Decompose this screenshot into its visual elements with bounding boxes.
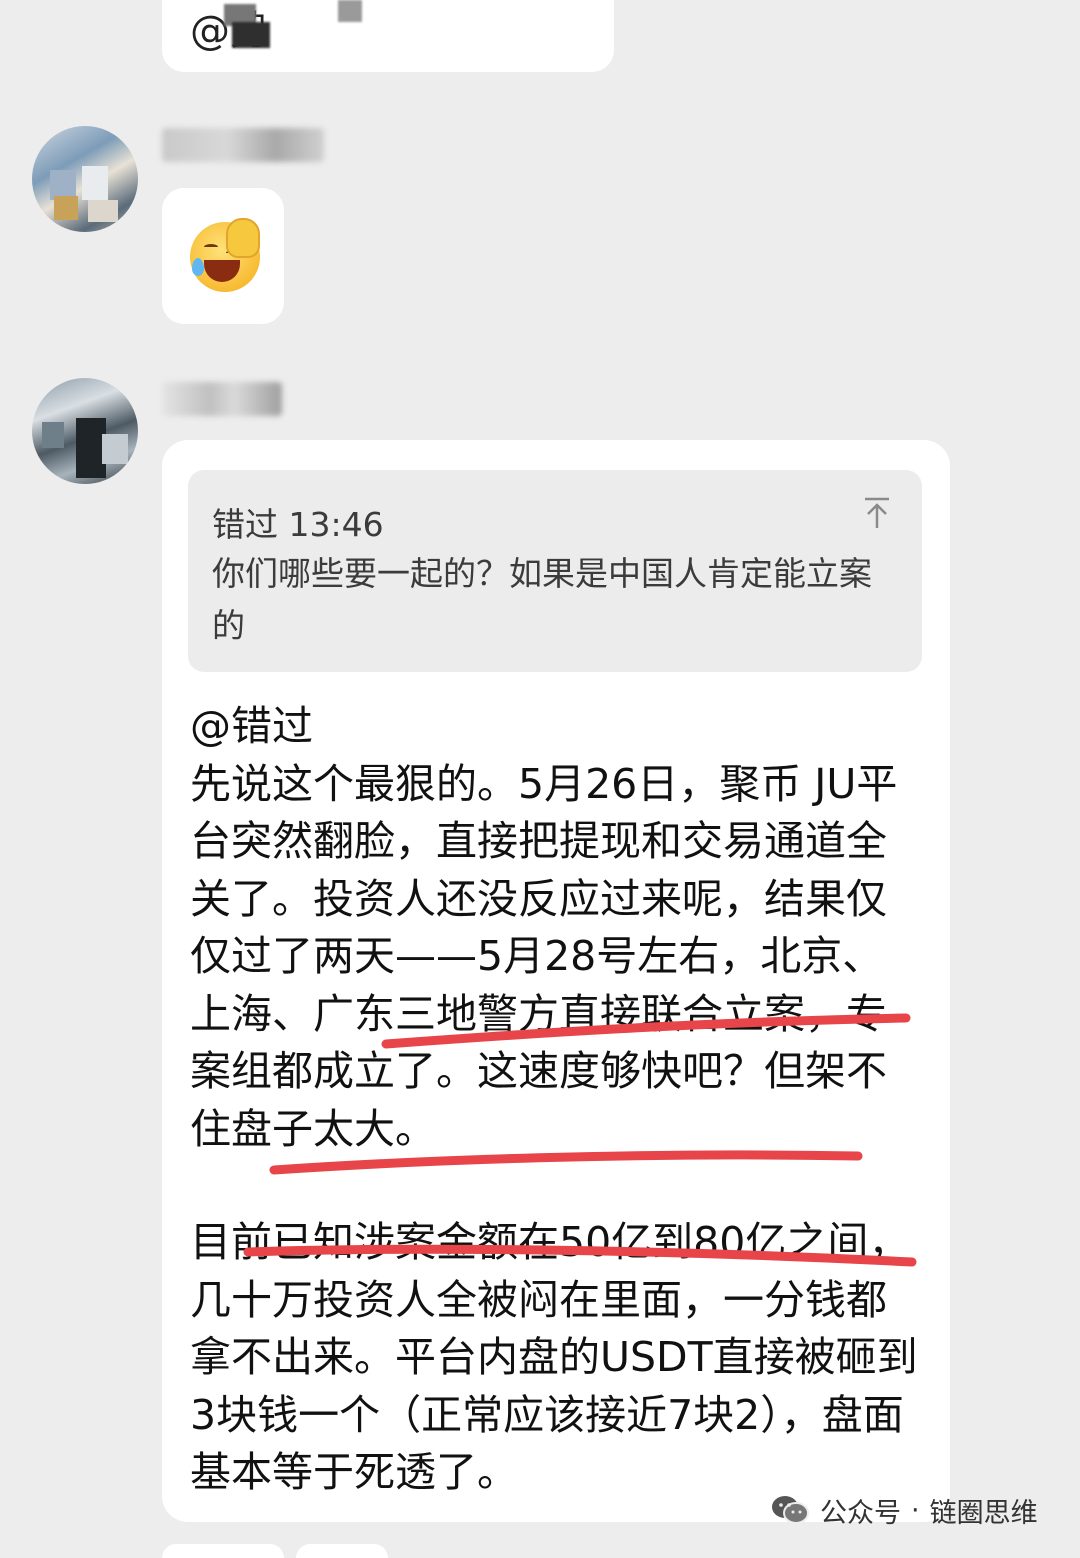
mosaic-blur — [42, 422, 64, 448]
sender-name-blurred — [162, 128, 324, 162]
jump-to-quote-icon[interactable] — [862, 496, 892, 530]
mosaic-blur — [82, 166, 108, 200]
mosaic-blur — [232, 22, 270, 48]
watermark-separator: · — [911, 1494, 920, 1526]
quote-text: 你们哪些要一起的？如果是中国人肯定能立案的 — [212, 554, 872, 645]
message-bubble-partial[interactable] — [296, 1544, 388, 1558]
mosaic-blur — [88, 200, 118, 222]
quote-time: 13:46 — [288, 505, 384, 544]
mosaic-blur — [338, 0, 362, 22]
quote-author: 错过 — [212, 505, 278, 544]
message-bubble-partial[interactable] — [162, 1544, 284, 1558]
wechat-icon — [772, 1496, 809, 1524]
mention-text: @错过 — [190, 702, 313, 750]
emoji-eye — [204, 244, 218, 250]
mosaic-blur — [54, 196, 78, 220]
avatar[interactable] — [32, 126, 138, 232]
message-bubble-partial[interactable]: @势 — [162, 0, 614, 72]
sender-name-blurred — [162, 382, 282, 416]
mosaic-blur — [102, 434, 128, 464]
avatar[interactable] — [32, 378, 138, 484]
watermark-source: 公众号 — [820, 1497, 901, 1529]
emoji-message-bubble[interactable] — [162, 188, 284, 324]
message-text: @错过 先说这个最狠的。5月26日，聚币 JU平台突然翻脸，直接把提现和交易通道… — [190, 698, 920, 1502]
quoted-message[interactable]: 错过 13:46 你们哪些要一起的？如果是中国人肯定能立案的 — [188, 470, 922, 672]
emoji-mouth — [204, 260, 240, 282]
chat-screen: @势 错过 13:46 你们哪些要一起的？如果是中国人肯定能立案的 @错过 先说… — [0, 0, 1080, 1558]
rofl-emoji-icon — [190, 218, 260, 292]
quote-header: 错过 13:46 — [212, 498, 384, 546]
emoji-tear — [192, 258, 204, 276]
text-message-bubble[interactable]: 错过 13:46 你们哪些要一起的？如果是中国人肯定能立案的 @错过 先说这个最… — [162, 440, 950, 1522]
message-paragraph: 目前已知涉案金额在50亿到80亿之间，几十万投资人全被闷在里面，一分钱都拿不出来… — [190, 1218, 918, 1496]
message-paragraph: 先说这个最狠的。5月26日，聚币 JU平台突然翻脸，直接把提现和交易通道全关了。… — [190, 759, 898, 1153]
emoji-hand — [226, 218, 260, 258]
watermark: 公众号 · 链圈思维 — [770, 1488, 1038, 1532]
watermark-account: 链圈思维 — [929, 1497, 1038, 1529]
